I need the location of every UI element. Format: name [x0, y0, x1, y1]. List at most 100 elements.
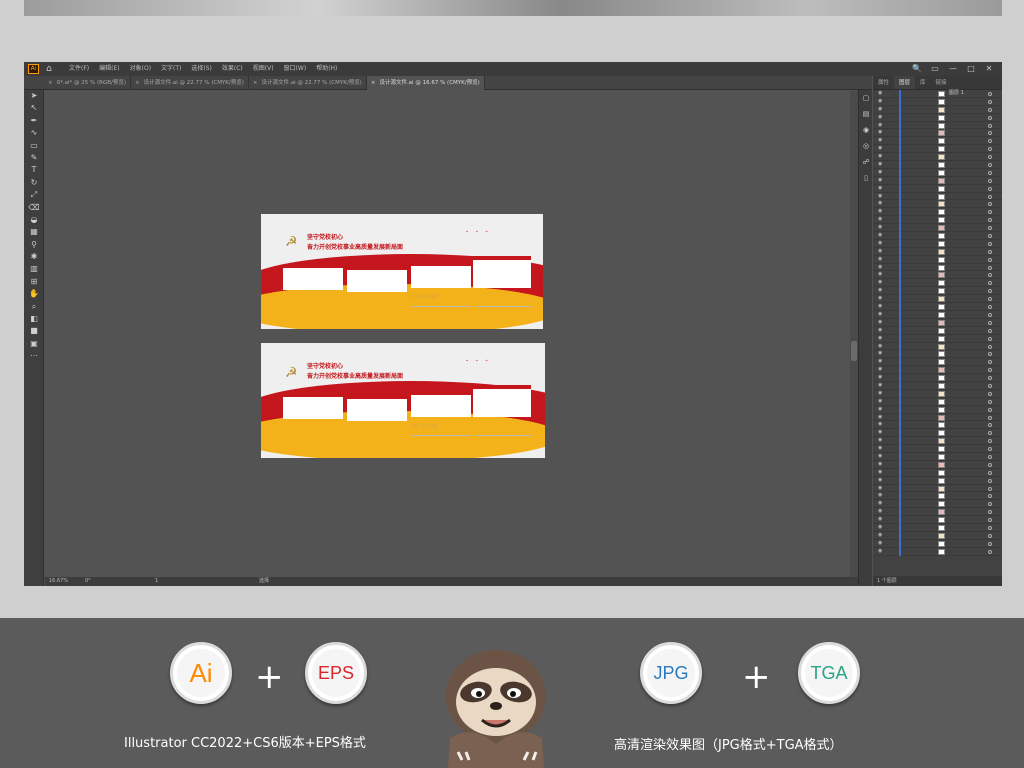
- layer-row[interactable]: ◉: [873, 247, 1002, 256]
- target-circle-icon[interactable]: [988, 462, 992, 467]
- layer-row[interactable]: ◉: [873, 271, 1002, 280]
- layer-row[interactable]: ◉: [873, 129, 1002, 138]
- document-tab[interactable]: × 0*.ai* @ 25 % (RGB/预览): [44, 76, 131, 90]
- layer-row[interactable]: ◉: [873, 216, 1002, 225]
- direct-selection-tool-icon[interactable]: ↖: [24, 102, 44, 114]
- layer-row[interactable]: ◉: [873, 445, 1002, 454]
- visibility-eye-icon[interactable]: ◉: [878, 524, 882, 531]
- stroke-panel-icon[interactable]: ◉: [859, 122, 873, 138]
- visibility-eye-icon[interactable]: ◉: [878, 406, 882, 413]
- target-circle-icon[interactable]: [988, 186, 992, 191]
- pen-tool-icon[interactable]: ✒: [24, 115, 44, 127]
- gradient-tool-icon[interactable]: ▦: [24, 226, 44, 238]
- target-circle-icon[interactable]: [988, 131, 992, 136]
- gradient-panel-icon[interactable]: ▤: [859, 106, 873, 122]
- target-circle-icon[interactable]: [988, 510, 992, 515]
- visibility-eye-icon[interactable]: ◉: [878, 129, 882, 136]
- menu-select[interactable]: 选择(S): [186, 62, 217, 76]
- target-circle-icon[interactable]: [988, 123, 992, 128]
- scale-tool-icon[interactable]: ⤢: [24, 189, 44, 201]
- target-circle-icon[interactable]: [988, 486, 992, 491]
- layer-row[interactable]: ◉: [873, 105, 1002, 114]
- visibility-eye-icon[interactable]: ◉: [878, 106, 882, 113]
- eyedropper-tool-icon[interactable]: ⚲: [24, 239, 44, 251]
- layer-row[interactable]: ◉: [873, 153, 1002, 162]
- target-circle-icon[interactable]: [988, 297, 992, 302]
- visibility-eye-icon[interactable]: ◉: [878, 193, 882, 200]
- layer-row[interactable]: ◉: [873, 429, 1002, 438]
- color-mode-icon[interactable]: ■: [24, 325, 44, 337]
- layer-row[interactable]: ◉: [873, 224, 1002, 233]
- layer-row[interactable]: ◉: [873, 232, 1002, 241]
- layer-row[interactable]: ◉: [873, 397, 1002, 406]
- menu-help[interactable]: 帮助(H): [311, 62, 342, 76]
- visibility-eye-icon[interactable]: ◉: [878, 248, 882, 255]
- visibility-eye-icon[interactable]: ◉: [878, 477, 882, 484]
- layer-row[interactable]: ◉: [873, 381, 1002, 390]
- visibility-eye-icon[interactable]: ◉: [878, 350, 882, 357]
- target-circle-icon[interactable]: [988, 518, 992, 523]
- target-circle-icon[interactable]: [988, 265, 992, 270]
- target-circle-icon[interactable]: [988, 541, 992, 546]
- visibility-eye-icon[interactable]: ◉: [878, 508, 882, 515]
- visibility-eye-icon[interactable]: ◉: [878, 137, 882, 144]
- visibility-eye-icon[interactable]: ◉: [878, 516, 882, 523]
- close-icon[interactable]: ×: [48, 80, 53, 86]
- menu-effect[interactable]: 效果(C): [217, 62, 248, 76]
- visibility-eye-icon[interactable]: ◉: [878, 319, 882, 326]
- layer-row[interactable]: ◉: [873, 200, 1002, 209]
- target-circle-icon[interactable]: [988, 289, 992, 294]
- layer-row[interactable]: ◉: [873, 137, 1002, 146]
- visibility-eye-icon[interactable]: ◉: [878, 122, 882, 129]
- visibility-eye-icon[interactable]: ◉: [878, 98, 882, 105]
- visibility-eye-icon[interactable]: ◉: [878, 90, 882, 97]
- layer-row[interactable]: ◉: [873, 287, 1002, 296]
- visibility-eye-icon[interactable]: ◉: [878, 145, 882, 152]
- curvature-tool-icon[interactable]: ∿: [24, 127, 44, 139]
- target-circle-icon[interactable]: [988, 92, 992, 96]
- layer-row[interactable]: ◉: [873, 437, 1002, 446]
- visibility-eye-icon[interactable]: ◉: [878, 343, 882, 350]
- layer-row[interactable]: ◉: [873, 374, 1002, 383]
- document-tab[interactable]: × 设计源文件.ai @ 22.77 % (CMYK/预览): [249, 76, 367, 90]
- layer-row[interactable]: ◉: [873, 334, 1002, 343]
- target-circle-icon[interactable]: [988, 202, 992, 207]
- target-circle-icon[interactable]: [988, 360, 992, 365]
- tab-libraries[interactable]: 库: [915, 76, 931, 89]
- visibility-eye-icon[interactable]: ◉: [878, 453, 882, 460]
- layer-row[interactable]: ◉: [873, 310, 1002, 319]
- menu-edit[interactable]: 编辑(E): [94, 62, 124, 76]
- visibility-eye-icon[interactable]: ◉: [878, 548, 882, 555]
- appearance-panel-icon[interactable]: ☍: [859, 154, 873, 170]
- comment-icon[interactable]: ▢: [859, 90, 873, 106]
- visibility-eye-icon[interactable]: ◉: [878, 200, 882, 207]
- target-circle-icon[interactable]: [988, 415, 992, 420]
- layer-row[interactable]: ◉: [873, 405, 1002, 414]
- target-circle-icon[interactable]: [988, 194, 992, 199]
- visibility-eye-icon[interactable]: ◉: [878, 437, 882, 444]
- menu-file[interactable]: 文件(F): [64, 62, 94, 76]
- visibility-eye-icon[interactable]: ◉: [878, 374, 882, 381]
- layer-row[interactable]: ◉: [873, 523, 1002, 532]
- visibility-eye-icon[interactable]: ◉: [878, 224, 882, 231]
- visibility-eye-icon[interactable]: ◉: [878, 256, 882, 263]
- visibility-eye-icon[interactable]: ◉: [878, 485, 882, 492]
- layer-row[interactable]: ◉: [873, 476, 1002, 485]
- visibility-eye-icon[interactable]: ◉: [878, 540, 882, 547]
- layer-row[interactable]: ◉: [873, 168, 1002, 177]
- target-circle-icon[interactable]: [988, 281, 992, 286]
- target-circle-icon[interactable]: [988, 210, 992, 215]
- visibility-eye-icon[interactable]: ◉: [878, 327, 882, 334]
- symbol-sprayer-tool-icon[interactable]: ✱: [24, 251, 44, 263]
- target-circle-icon[interactable]: [988, 234, 992, 239]
- layer-row[interactable]: ◉: [873, 413, 1002, 422]
- target-circle-icon[interactable]: [988, 470, 992, 475]
- visibility-eye-icon[interactable]: ◉: [878, 532, 882, 539]
- layer-row[interactable]: ◉: [873, 97, 1002, 106]
- visibility-eye-icon[interactable]: ◉: [878, 185, 882, 192]
- layer-row[interactable]: ◉: [873, 500, 1002, 509]
- visibility-eye-icon[interactable]: ◉: [878, 287, 882, 294]
- visibility-eye-icon[interactable]: ◉: [878, 445, 882, 452]
- minimize-button[interactable]: —: [944, 62, 962, 76]
- document-tab[interactable]: × 设计源文件.ai @ 22.77 % (CMYK/预览): [131, 76, 249, 90]
